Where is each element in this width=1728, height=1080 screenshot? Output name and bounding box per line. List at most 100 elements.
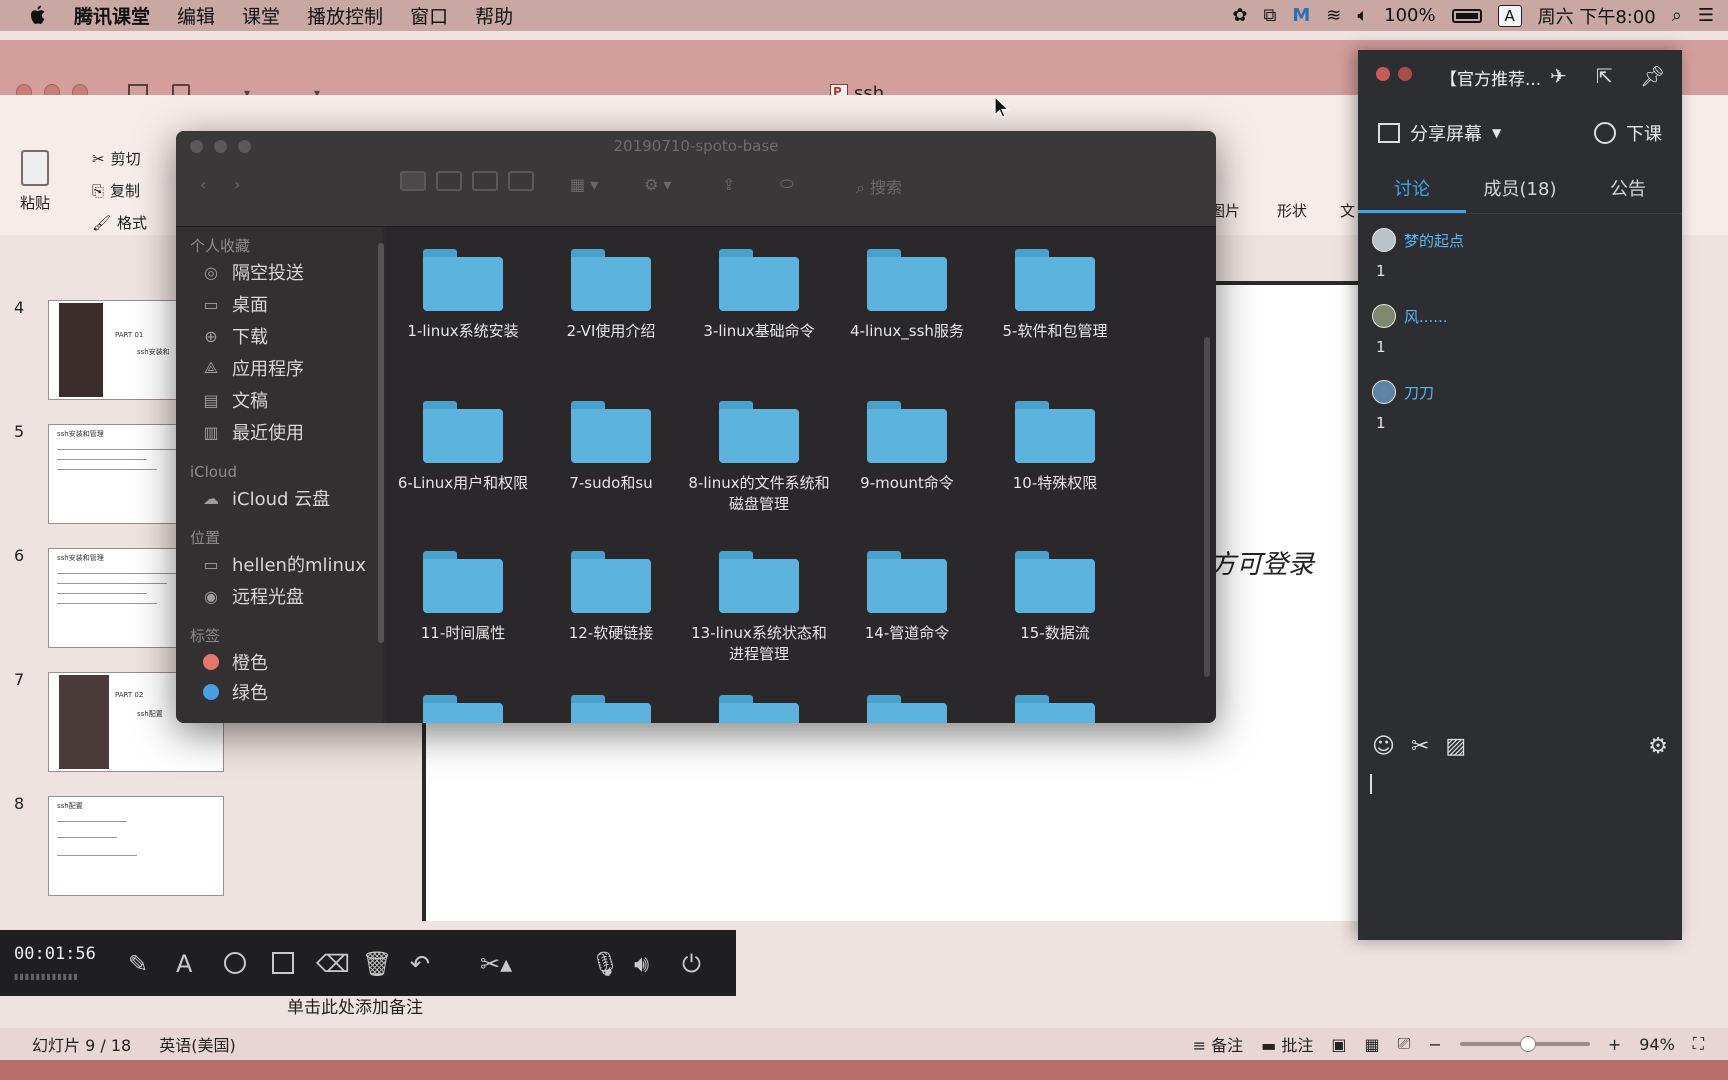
comments-button[interactable]: ▬ 批注: [1261, 1032, 1313, 1056]
folder-item[interactable]: 5-软件和包管理: [980, 249, 1130, 342]
panel-close-button[interactable]: [1376, 67, 1390, 81]
slide-thumbnail[interactable]: ssh配置: [48, 796, 224, 896]
chat-input[interactable]: [1370, 774, 1372, 794]
share-out-icon[interactable]: ⇱: [1596, 64, 1613, 88]
folder-item[interactable]: 2-VI使用介绍: [536, 249, 686, 342]
menu-edit[interactable]: 编辑: [177, 2, 215, 29]
end-class-button[interactable]: 下课: [1594, 120, 1662, 146]
speaker-icon[interactable]: 🔊︎: [634, 950, 649, 978]
content-scrollbar[interactable]: [1204, 337, 1210, 677]
shape-button[interactable]: 形状: [1277, 200, 1307, 221]
circle-tool-icon[interactable]: [224, 952, 246, 974]
panel-minimize-button[interactable]: [1398, 67, 1412, 81]
folder-item[interactable]: [388, 695, 538, 723]
textbox-button[interactable]: 文: [1340, 200, 1355, 221]
folder-item[interactable]: 4-linux_ssh服务: [832, 249, 982, 342]
m-app-icon[interactable]: M: [1292, 5, 1310, 26]
pen-icon[interactable]: ✎: [128, 950, 148, 978]
zoom-slider-knob[interactable]: [1519, 1036, 1536, 1052]
menu-playback[interactable]: 播放控制: [307, 2, 383, 29]
sidebar-item-documents[interactable]: ▤ 文稿: [200, 387, 268, 413]
folder-item[interactable]: 11-时间属性: [388, 551, 538, 644]
folder-item[interactable]: 8-linux的文件系统和磁盘管理: [684, 401, 834, 515]
folder-item[interactable]: [980, 695, 1130, 723]
emoji-icon[interactable]: ☺: [1372, 734, 1395, 759]
avatar[interactable]: [1372, 380, 1396, 404]
sidebar-item-applications[interactable]: ⟁ 应用程序: [200, 355, 304, 381]
screenshot-scissors-icon[interactable]: ✂: [1411, 734, 1429, 759]
normal-view-icon[interactable]: ▣: [1331, 1035, 1346, 1054]
icon-view-icon[interactable]: [400, 171, 426, 191]
slide-sorter-icon[interactable]: ▦: [1364, 1035, 1379, 1054]
folder-item[interactable]: 10-特殊权限: [980, 401, 1130, 494]
folder-item[interactable]: 12-软硬链接: [536, 551, 686, 644]
folder-item[interactable]: 7-sudo和su: [536, 401, 686, 494]
sidebar-item-icloud-drive[interactable]: ☁ iCloud 云盘: [200, 485, 330, 511]
fit-slide-icon[interactable]: ⛶: [1693, 1034, 1704, 1054]
view-mode-switch[interactable]: [400, 171, 534, 197]
chat-username[interactable]: 风......: [1404, 306, 1448, 327]
zoom-out-button[interactable]: −: [1428, 1035, 1441, 1054]
sidebar-item-downloads[interactable]: ⊕ 下载: [200, 323, 268, 349]
gallery-view-icon[interactable]: [508, 171, 534, 191]
list-view-icon[interactable]: [436, 171, 462, 191]
share-icon[interactable]: ⇪: [722, 171, 735, 197]
tab-announcement[interactable]: 公告: [1574, 168, 1682, 213]
trash-icon[interactable]: 🗑︎: [362, 950, 392, 978]
battery-icon[interactable]: [1451, 8, 1482, 23]
sidebar-item-recents[interactable]: ▥ 最近使用: [200, 419, 304, 445]
folder-item[interactable]: 14-管道命令: [832, 551, 982, 644]
screen-capture-icon[interactable]: ⧉: [1263, 5, 1276, 26]
sidebar-item-remote-disc[interactable]: ◉ 远程光盘: [200, 583, 304, 609]
share-screen-button[interactable]: 分享屏幕 ▼: [1378, 120, 1501, 146]
avatar[interactable]: [1372, 228, 1396, 252]
folder-item[interactable]: 13-linux系统状态和进程管理: [684, 551, 834, 665]
spotlight-icon[interactable]: ⌕: [1672, 5, 1682, 26]
action-gear-icon[interactable]: ⚙ ▾: [644, 171, 671, 197]
airplane-icon[interactable]: ✈: [1550, 64, 1567, 88]
folder-item[interactable]: 15-数据流: [980, 551, 1130, 644]
group-icon[interactable]: ▦ ▾: [570, 171, 598, 197]
menu-help[interactable]: 帮助: [475, 2, 513, 29]
power-icon[interactable]: ⏻: [682, 950, 701, 978]
sidebar-item-tag-green[interactable]: 绿色: [200, 679, 268, 705]
apple-icon[interactable]: [28, 5, 48, 27]
back-icon[interactable]: ‹: [200, 171, 206, 197]
zoom-in-button[interactable]: +: [1608, 1035, 1621, 1054]
forward-icon[interactable]: ›: [234, 171, 240, 197]
folder-item[interactable]: 3-linux基础命令: [684, 249, 834, 342]
presenter-view-icon[interactable]: ⎚: [1398, 1034, 1411, 1054]
tab-discussion[interactable]: 讨论: [1358, 168, 1466, 213]
chat-username[interactable]: 梦的起点: [1404, 230, 1464, 251]
slide-text[interactable]: 方可登录: [1210, 544, 1314, 581]
tab-members[interactable]: 成员(18): [1466, 168, 1574, 213]
folder-item[interactable]: 1-linux系统安装: [388, 249, 538, 342]
microphone-icon[interactable]: 🎙︎: [590, 950, 620, 978]
paste-button[interactable]: 粘贴: [20, 150, 50, 213]
cut-button[interactable]: ✂ 剪切: [92, 148, 141, 169]
search-field[interactable]: ⌕ 搜索: [856, 174, 902, 198]
folder-item[interactable]: [684, 695, 834, 723]
menubar-clock[interactable]: 周六 下午8:00: [1538, 3, 1656, 29]
notes-button[interactable]: ≡ 备注: [1193, 1032, 1244, 1056]
avatar[interactable]: [1372, 304, 1396, 328]
rectangle-tool-icon[interactable]: [272, 952, 294, 974]
sidebar-scrollbar[interactable]: [378, 243, 384, 643]
scissors-tool-icon[interactable]: ✂▴: [480, 950, 512, 978]
notification-center-icon[interactable]: ☰: [1698, 5, 1714, 26]
sidebar-item-computer[interactable]: ▭ hellen的mlinux: [200, 551, 366, 577]
volume-icon[interactable]: 🔈︎: [1357, 5, 1368, 26]
folder-item[interactable]: 6-Linux用户和权限: [388, 401, 538, 494]
sidebar-item-tag-orange[interactable]: 橙色: [200, 649, 268, 675]
column-view-icon[interactable]: [472, 171, 498, 191]
folder-item[interactable]: [832, 695, 982, 723]
wifi-icon[interactable]: ≋: [1326, 5, 1341, 26]
settings-gear-icon[interactable]: ⚙: [1648, 734, 1668, 759]
image-icon[interactable]: ▨: [1445, 734, 1466, 759]
format-painter-button[interactable]: 🖌︎ 格式: [92, 212, 147, 233]
menu-classroom[interactable]: 课堂: [242, 2, 280, 29]
sidebar-item-desktop[interactable]: ▭ 桌面: [200, 291, 268, 317]
menu-app-name[interactable]: 腾讯课堂: [74, 2, 150, 29]
tencent-penguin-icon[interactable]: ✿: [1232, 5, 1247, 26]
notes-placeholder[interactable]: 单击此处添加备注: [287, 993, 423, 1018]
